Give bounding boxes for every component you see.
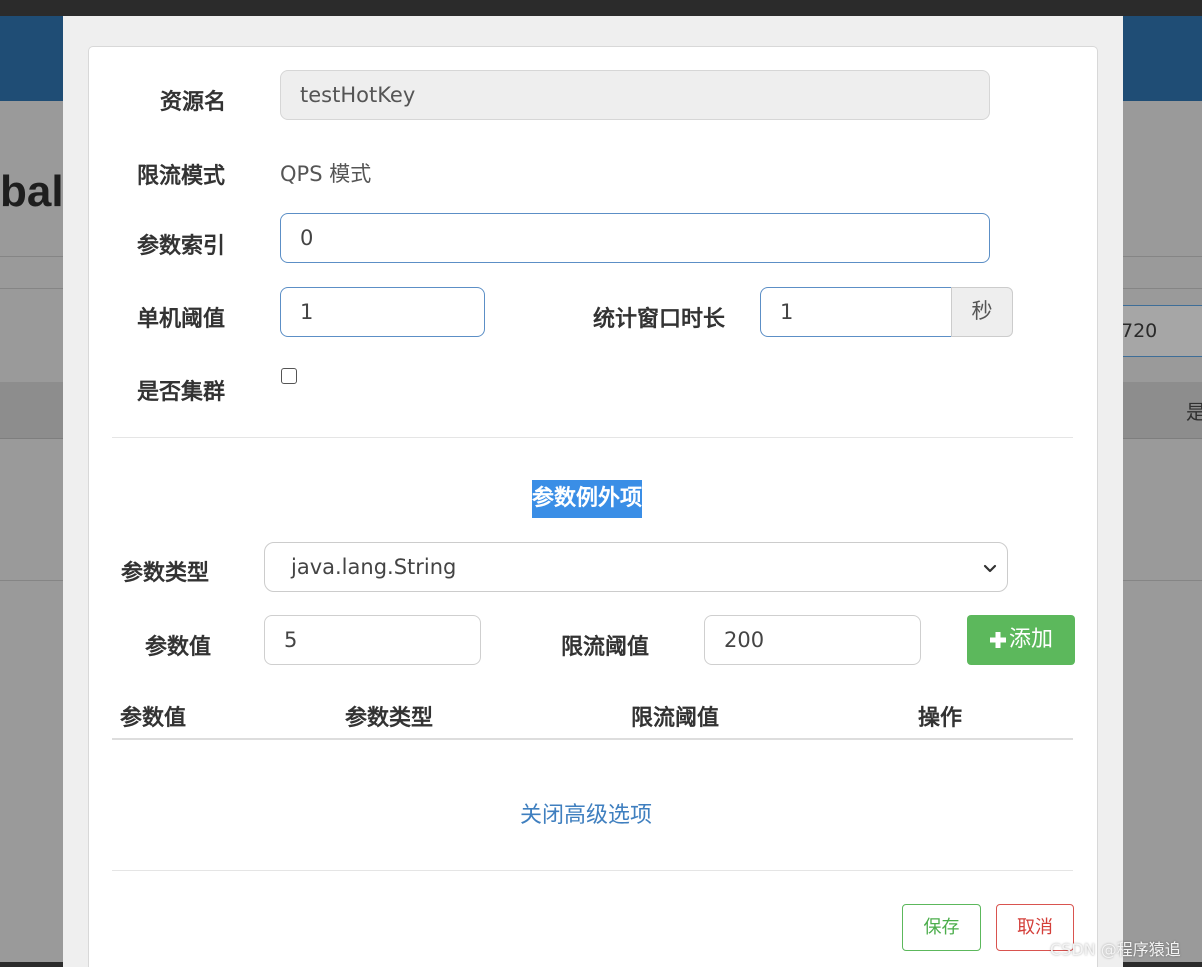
add-exception-label: 添加: [1008, 627, 1053, 652]
table-header-param-type: 参数类型: [345, 706, 434, 731]
cluster-label: 是否集群: [137, 380, 226, 405]
flow-mode-label: 限流模式: [137, 164, 226, 189]
window-duration-label: 统计窗口时长: [593, 307, 726, 332]
plus-icon: [989, 632, 1006, 648]
close-advanced-options-link[interactable]: 关闭高级选项: [520, 797, 652, 829]
param-type-select[interactable]: java.lang.String: [264, 542, 1008, 592]
background-table-header-text: 是: [1186, 400, 1202, 424]
resource-name-label: 资源名: [160, 90, 227, 115]
limit-threshold-label: 限流阈值: [561, 635, 650, 660]
table-header-actions: 操作: [918, 706, 963, 731]
param-type-label: 参数类型: [121, 561, 210, 586]
add-exception-button[interactable]: 添加: [967, 615, 1075, 665]
param-value-input[interactable]: 5: [264, 615, 481, 665]
save-button[interactable]: 保存: [902, 904, 981, 951]
resource-name-input: testHotKey: [280, 70, 990, 120]
footer-divider: [112, 870, 1073, 871]
limit-threshold-input[interactable]: 200: [704, 615, 921, 665]
param-type-selected-value: java.lang.String: [291, 555, 457, 579]
window-unit-addon: 秒: [951, 287, 1013, 337]
table-header-rule: [112, 738, 1073, 740]
window-duration-input[interactable]: 1: [760, 287, 952, 337]
cluster-checkbox[interactable]: [281, 368, 297, 384]
background-page-title: bal: [0, 167, 62, 216]
threshold-input[interactable]: 1: [280, 287, 485, 337]
param-value-label: 参数值: [145, 635, 212, 660]
table-header-param-value: 参数值: [120, 706, 187, 731]
background-input: 720: [1110, 305, 1202, 357]
flow-mode-value: QPS 模式: [280, 162, 372, 186]
threshold-label: 单机阈值: [137, 307, 226, 332]
section-divider: [112, 437, 1073, 438]
chevron-down-icon: [983, 564, 997, 573]
table-header-limit-threshold: 限流阈值: [631, 706, 720, 731]
watermark: CSDN @程序猿追: [1050, 940, 1181, 959]
param-index-input[interactable]: 0: [280, 213, 990, 263]
background-top-strip: [0, 0, 1202, 16]
param-exceptions-title: 参数例外项: [532, 480, 643, 518]
param-index-label: 参数索引: [137, 234, 226, 259]
